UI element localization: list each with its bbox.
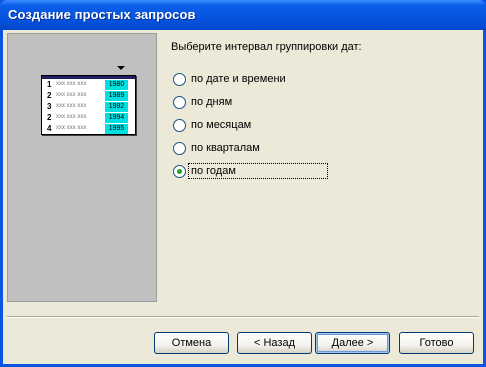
title-bar[interactable]: Создание простых запросов xyxy=(0,0,486,30)
sort-arrow-icon xyxy=(117,66,125,70)
preview-row-number: 2 xyxy=(47,113,52,122)
preview-row-year: 1995 xyxy=(105,124,128,134)
radio-button-selected[interactable] xyxy=(173,165,186,178)
option-label[interactable]: по дате и времени xyxy=(191,73,286,85)
preview-row-number: 2 xyxy=(47,91,52,100)
preview-row-number: 3 xyxy=(47,102,52,111)
finish-button[interactable]: Готово xyxy=(399,332,474,354)
option-label[interactable]: по годам xyxy=(191,165,236,177)
back-button[interactable]: < Назад xyxy=(237,332,312,354)
preview-row-year: 1980 xyxy=(105,80,128,90)
preview-row-number: 4 xyxy=(47,124,52,133)
grouping-preview-table: 1 xxx xxx xxx 1980 2 xxx xxx xxx 1989 3 … xyxy=(41,66,136,135)
option-by-years[interactable]: по годам xyxy=(171,163,331,181)
option-label[interactable]: по кварталам xyxy=(191,142,260,154)
preview-row-filler: xxx xxx xxx xyxy=(56,125,87,131)
option-label[interactable]: по дням xyxy=(191,96,232,108)
option-by-days[interactable]: по дням xyxy=(171,94,331,112)
radio-button[interactable] xyxy=(173,142,186,155)
option-by-months[interactable]: по месяцам xyxy=(171,117,331,135)
dialog-body: 1 xxx xxx xxx 1980 2 xxx xxx xxx 1989 3 … xyxy=(3,30,483,364)
preview-row: 4 xxx xxx xxx 1995 xyxy=(42,124,135,135)
preview-row-year: 1989 xyxy=(105,91,128,101)
next-button[interactable]: Далее > xyxy=(315,332,390,354)
radio-button[interactable] xyxy=(173,119,186,132)
preview-row-filler: xxx xxx xxx xyxy=(56,114,87,120)
option-by-date-time[interactable]: по дате и времени xyxy=(171,71,331,89)
window-title: Создание простых запросов xyxy=(8,7,196,22)
preview-table-header xyxy=(42,76,135,79)
option-by-quarters[interactable]: по кварталам xyxy=(171,140,331,158)
preview-row-filler: xxx xxx xxx xyxy=(56,103,87,109)
preview-row: 2 xxx xxx xxx 1989 xyxy=(42,91,135,102)
separator-line xyxy=(7,316,479,318)
preview-panel: 1 xxx xxx xxx 1980 2 xxx xxx xxx 1989 3 … xyxy=(7,33,157,302)
cancel-button[interactable]: Отмена xyxy=(154,332,229,354)
radio-button[interactable] xyxy=(173,73,186,86)
option-label[interactable]: по месяцам xyxy=(191,119,251,131)
preview-row: 1 xxx xxx xxx 1980 xyxy=(42,80,135,91)
grouping-question: Выберите интервал группировки дат: xyxy=(171,41,362,53)
preview-row-year: 1994 xyxy=(105,113,128,123)
wizard-window: Создание простых запросов 1 xxx xxx xxx … xyxy=(0,0,486,367)
preview-row-number: 1 xyxy=(47,80,52,89)
preview-row-filler: xxx xxx xxx xyxy=(56,81,87,87)
radio-button[interactable] xyxy=(173,96,186,109)
preview-row-year: 1992 xyxy=(105,102,128,112)
preview-row-filler: xxx xxx xxx xyxy=(56,92,87,98)
preview-row: 3 xxx xxx xxx 1992 xyxy=(42,102,135,113)
preview-row: 2 xxx xxx xxx 1994 xyxy=(42,113,135,124)
